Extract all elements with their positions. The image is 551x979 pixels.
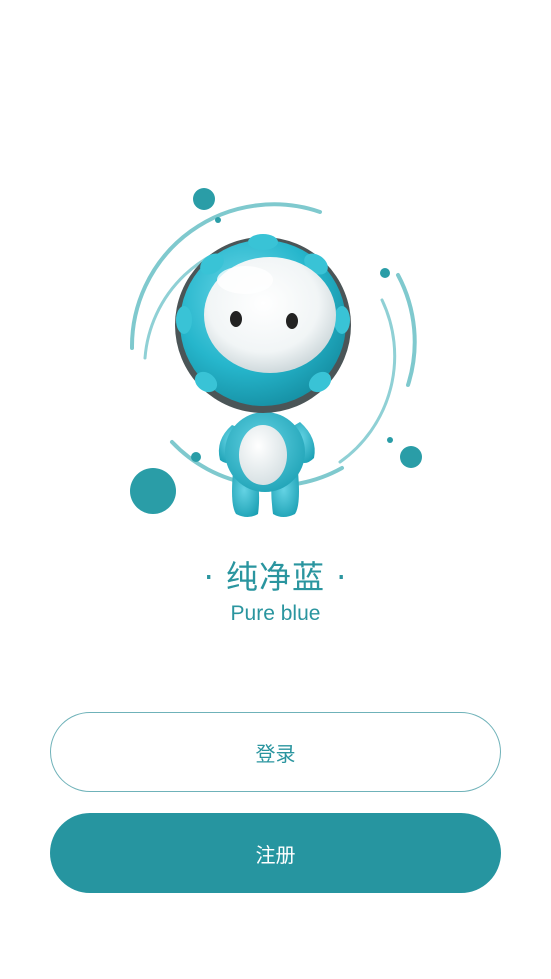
register-button[interactable]: 注册 — [50, 813, 501, 893]
login-button[interactable]: 登录 — [50, 712, 501, 792]
robot-mascot-icon — [129, 188, 422, 517]
brand-subtitle: Pure blue — [230, 602, 321, 625]
mascot-illustration — [120, 180, 430, 525]
brand-title: · 纯净蓝 · — [203, 558, 348, 596]
